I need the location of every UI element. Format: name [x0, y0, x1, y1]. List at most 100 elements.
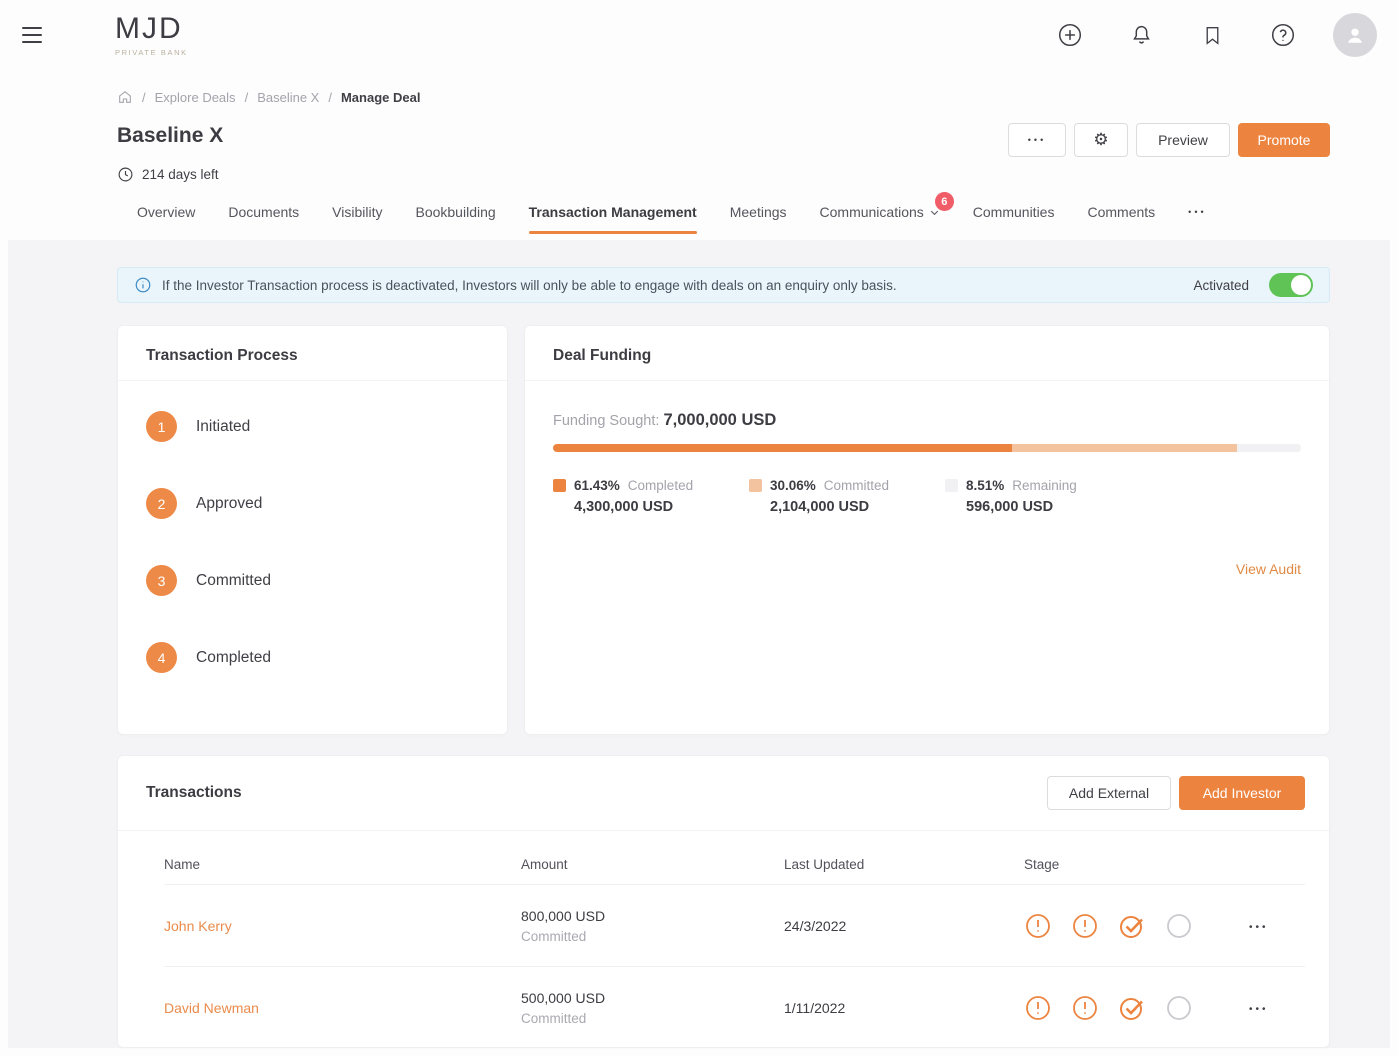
transaction-process-card: Transaction Process 1 Initiated 2 Approv…	[117, 325, 508, 735]
header-icon-bar	[1049, 13, 1377, 57]
banner-text: If the Investor Transaction process is d…	[162, 277, 897, 293]
stage-empty-icon[interactable]	[1165, 912, 1193, 940]
stage-alert-icon[interactable]	[1071, 994, 1099, 1022]
progress-committed	[1012, 444, 1238, 452]
clock-icon	[118, 167, 133, 182]
tab-communities[interactable]: Communities	[973, 204, 1055, 234]
table-row: David Newman 500,000 USD Committed 1/11/…	[164, 967, 1305, 1047]
add-investor-button[interactable]: Add Investor	[1179, 776, 1305, 810]
deal-funding-title: Deal Funding	[525, 326, 1329, 381]
step-number-badge: 1	[146, 411, 177, 442]
app-window: MJD PRIVATE BANK / Explore Deals / Basel…	[0, 0, 1398, 1056]
tab-bookbuilding[interactable]: Bookbuilding	[415, 204, 495, 234]
breadcrumb-baseline-x[interactable]: Baseline X	[257, 90, 319, 105]
stage-alert-icon[interactable]	[1024, 994, 1052, 1022]
ellipsis-icon: •••	[1249, 1003, 1269, 1015]
amount-status: Committed	[521, 1010, 587, 1026]
days-left-text: 214 days left	[142, 167, 219, 182]
investor-name-link[interactable]: John Kerry	[164, 918, 521, 934]
amount-status: Committed	[521, 928, 587, 944]
transactions-title: Transactions	[146, 784, 242, 801]
tab-meetings[interactable]: Meetings	[730, 204, 787, 234]
tab-transaction-management[interactable]: Transaction Management	[528, 204, 697, 234]
tab-overview[interactable]: Overview	[137, 204, 195, 234]
investor-name-link[interactable]: David Newman	[164, 1000, 521, 1016]
column-name: Name	[164, 857, 201, 872]
preview-button[interactable]: Preview	[1136, 123, 1230, 157]
stage-alert-icon[interactable]	[1024, 912, 1052, 940]
step-number-badge: 3	[146, 565, 177, 596]
stage-indicators	[1024, 912, 1249, 940]
progress-completed	[553, 444, 1013, 452]
ellipsis-icon: •••	[1188, 207, 1207, 217]
row-actions-menu[interactable]: •••	[1249, 917, 1305, 935]
funding-legend: 61.43% Completed 4,300,000 USD 30.06% Co…	[553, 478, 1301, 515]
user-avatar[interactable]	[1333, 13, 1377, 57]
add-icon[interactable]	[1049, 14, 1091, 56]
funding-progress-bar	[553, 444, 1301, 452]
stage-alert-icon[interactable]	[1071, 912, 1099, 940]
committed-swatch	[749, 479, 762, 492]
view-audit-link[interactable]: View Audit	[1236, 561, 1301, 577]
communications-badge: 6	[934, 192, 954, 211]
bookmark-icon[interactable]	[1191, 14, 1233, 56]
page-title: Baseline X	[117, 124, 224, 147]
progress-remaining	[1237, 444, 1301, 452]
step-initiated: 1 Initiated	[146, 411, 479, 442]
home-icon[interactable]	[117, 89, 133, 105]
breadcrumb: / Explore Deals / Baseline X / Manage De…	[117, 89, 420, 105]
stage-check-icon[interactable]	[1118, 994, 1146, 1022]
transactions-card: Transactions Add External Add Investor N…	[117, 755, 1330, 1048]
funding-sought-value: 7,000,000 USD	[663, 411, 777, 429]
brand-logo: MJD PRIVATE BANK	[115, 12, 188, 57]
step-approved: 2 Approved	[146, 488, 479, 519]
transaction-process-title: Transaction Process	[118, 326, 507, 381]
add-external-button[interactable]: Add External	[1047, 776, 1171, 810]
committed-amount: 2,104,000 USD	[770, 499, 870, 515]
tab-overflow[interactable]: •••	[1188, 204, 1206, 234]
legend-committed: 30.06% Committed 2,104,000 USD	[749, 478, 945, 515]
stage-check-icon[interactable]	[1118, 912, 1146, 940]
tab-comments[interactable]: Comments	[1087, 204, 1155, 234]
column-last-updated: Last Updated	[784, 857, 865, 872]
step-number-badge: 4	[146, 642, 177, 673]
completed-swatch	[553, 479, 566, 492]
breadcrumb-separator: /	[244, 89, 249, 105]
funding-sought: Funding Sought: 7,000,000 USD	[553, 411, 777, 429]
breadcrumb-manage-deal: Manage Deal	[340, 89, 421, 105]
breadcrumb-explore-deals[interactable]: Explore Deals	[155, 90, 236, 105]
breadcrumb-separator: /	[142, 89, 146, 105]
transactions-table: Name Amount Last Updated Stage John Kerr…	[164, 831, 1305, 1047]
settings-button[interactable]: ⚙	[1074, 123, 1128, 157]
deal-funding-card: Deal Funding Funding Sought: 7,000,000 U…	[524, 325, 1330, 735]
more-actions-button[interactable]: •••	[1008, 123, 1066, 157]
stage-empty-icon[interactable]	[1165, 994, 1193, 1022]
logo-text: MJD	[115, 12, 183, 45]
tab-documents[interactable]: Documents	[228, 204, 299, 234]
info-icon	[135, 277, 151, 293]
last-updated-value: 24/3/2022	[784, 917, 847, 934]
help-icon[interactable]	[1262, 14, 1304, 56]
amount-value: 800,000 USD	[521, 907, 606, 924]
legend-completed: 61.43% Completed 4,300,000 USD	[553, 478, 749, 515]
gear-icon: ⚙	[1093, 130, 1109, 149]
activated-toggle[interactable]	[1269, 273, 1313, 297]
ellipsis-icon: •••	[1027, 135, 1047, 145]
row-actions-menu[interactable]: •••	[1249, 999, 1305, 1017]
step-number-badge: 2	[146, 488, 177, 519]
last-updated-value: 1/11/2022	[784, 999, 846, 1016]
legend-remaining: 8.51% Remaining 596,000 USD	[945, 478, 1141, 515]
table-header-row: Name Amount Last Updated Stage	[164, 831, 1305, 885]
step-completed: 4 Completed	[146, 642, 479, 673]
tab-communications[interactable]: Communications 6	[820, 192, 954, 234]
tab-visibility[interactable]: Visibility	[332, 204, 382, 234]
toggle-knob	[1291, 275, 1311, 295]
column-stage: Stage	[1024, 857, 1060, 872]
stage-indicators	[1024, 994, 1249, 1022]
bell-icon[interactable]	[1120, 14, 1162, 56]
table-row: John Kerry 800,000 USD Committed 24/3/20…	[164, 885, 1305, 967]
promote-button[interactable]: Promote	[1238, 123, 1330, 157]
amount-value: 500,000 USD	[521, 989, 606, 1006]
menu-hamburger-icon[interactable]	[22, 27, 42, 43]
deal-countdown: 214 days left	[117, 166, 219, 183]
